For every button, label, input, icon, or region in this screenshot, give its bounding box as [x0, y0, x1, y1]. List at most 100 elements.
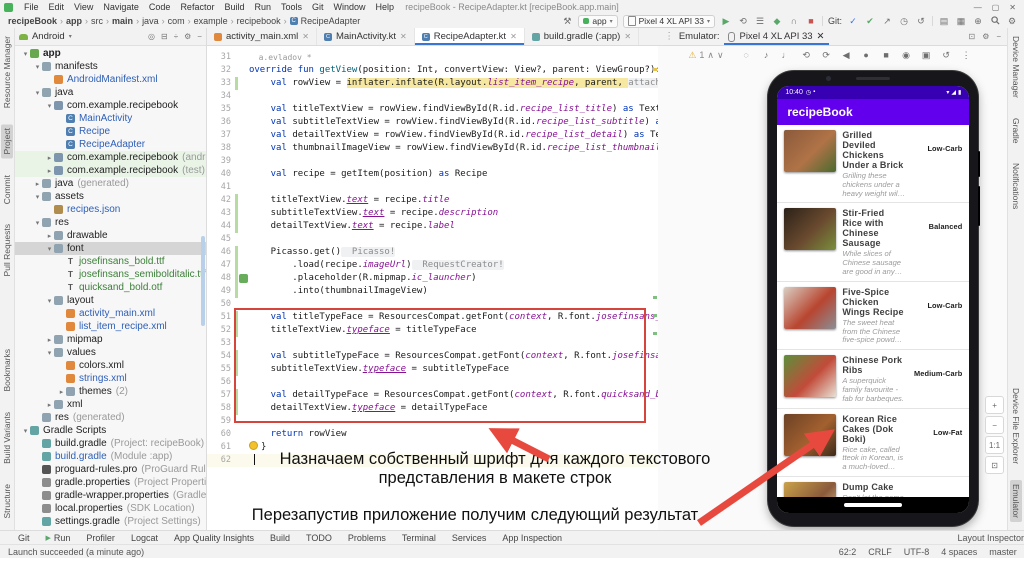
tree-item-values[interactable]: ▾ values — [15, 346, 206, 359]
tree-item-gradle-wrapper-properties[interactable]: gradle-wrapper.properties(Gradle Version… — [15, 489, 206, 502]
code-line-47[interactable]: 47 .load(recipe.imageUrl) RequestCreator… — [207, 259, 658, 272]
code-line-43[interactable]: 43 subtitleTextView.text = recipe.descri… — [207, 207, 658, 220]
device-manager-icon[interactable]: ▤ — [938, 16, 950, 27]
breadcrumb-item[interactable]: recipebook — [237, 16, 281, 26]
breadcrumb-item[interactable]: RecipeAdapter — [301, 16, 361, 26]
menu-build[interactable]: Build — [219, 2, 249, 12]
tool-window-button-terminal[interactable]: Terminal — [394, 533, 444, 543]
tool-window-button-logcat[interactable]: Logcat — [123, 533, 166, 543]
tree-item-manifests[interactable]: ▾ manifests — [15, 60, 206, 73]
menu-edit[interactable]: Edit — [44, 2, 70, 12]
breadcrumb-item[interactable]: recipeBook — [8, 16, 57, 26]
list-item[interactable]: Stir-Fried Rice with Chinese Sausage Whil… — [777, 203, 970, 282]
tree-item-androidmanifest-xml[interactable]: AndroidManifest.xml — [15, 73, 206, 86]
record-icon[interactable]: ▣ — [921, 50, 932, 61]
tree-item-app[interactable]: ▾ app — [15, 47, 206, 60]
project-header-icon[interactable]: ⚙ — [184, 32, 191, 41]
project-view-selector[interactable]: Android — [32, 31, 65, 42]
encoding-indicator[interactable]: UTF-8 — [904, 547, 930, 557]
breadcrumb-item[interactable]: main — [112, 16, 133, 26]
minimize-button[interactable]: — — [974, 3, 982, 12]
tool-button-resource-manager[interactable]: Resource Manager — [1, 32, 13, 112]
snapshots-icon[interactable]: ↺ — [941, 50, 952, 61]
project-panel-header[interactable]: Android ▾ ◎ ⊟ ÷ ⚙ − — [14, 28, 206, 46]
tool-button-project[interactable]: Project — [0, 124, 13, 159]
tree-scrollbar[interactable] — [200, 236, 205, 326]
tab-close-icon[interactable]: ✕ — [302, 32, 309, 41]
code-line-45[interactable]: 45 — [207, 233, 658, 246]
profiler-icon[interactable]: ∩ — [788, 16, 800, 26]
code-line-48[interactable]: 48 .placeholder(R.mipmap.ic_launcher) — [207, 272, 658, 285]
tab-close-icon[interactable]: ✕ — [624, 32, 631, 41]
tool-window-button-git[interactable]: Git — [10, 533, 38, 543]
list-item[interactable]: Five-Spice Chicken Wings Recipe The sweet… — [777, 282, 970, 351]
tool-window-button-services[interactable]: Services — [444, 533, 495, 543]
close-button[interactable]: ✕ — [1009, 3, 1016, 12]
code-line-60[interactable]: 60 return rowView — [207, 428, 658, 441]
history-icon[interactable]: ◷ — [898, 16, 910, 27]
apply-changes-icon[interactable]: ⟲ — [737, 16, 749, 27]
volume-down-icon[interactable]: ♩ — [781, 50, 792, 61]
code-line-35[interactable]: 35 val titleTextView = rowView.findViewB… — [207, 103, 659, 116]
code-line-36[interactable]: 36 val subtitleTextView = rowView.findVi… — [207, 116, 659, 129]
menu-run[interactable]: Run — [249, 2, 276, 12]
code-line-40[interactable]: 40 val recipe = getItem(position) as Rec… — [207, 168, 658, 181]
code-line-38[interactable]: 38 val thumbnailImageView = rowView.find… — [207, 142, 659, 155]
volume-up-icon[interactable]: ♪ — [761, 50, 772, 61]
tree-item-xml[interactable]: ▸ xml — [15, 398, 206, 411]
zoom-reset-button[interactable]: 1:1 — [985, 436, 1005, 454]
tool-button-commit[interactable]: Commit — [1, 171, 13, 208]
tab-close-icon[interactable]: ✕ — [400, 32, 407, 41]
emulator-header-icon[interactable]: ⊡ — [969, 32, 976, 41]
tree-item-build-gradle[interactable]: build.gradle (Module :app) — [15, 450, 206, 463]
layout-inspector-button[interactable]: Layout Inspector — [957, 533, 1024, 543]
menu-refactor[interactable]: Refactor — [175, 2, 219, 12]
phone-screen[interactable]: 10:40 ◷ ▪ ▾ ◢ ▮ recipeBook Grilled Deviled … — [777, 86, 970, 513]
tree-item-com-example-recipebook[interactable]: ▾ com.example.recipebook — [15, 99, 206, 112]
tree-item-colors-xml[interactable]: colors.xml — [15, 359, 206, 372]
power-icon[interactable]: ◌ — [741, 50, 752, 61]
tree-item-res[interactable]: res (generated) — [15, 411, 206, 424]
zoom-fit-button[interactable]: ⊡ — [985, 456, 1005, 474]
run-icon[interactable]: ▶ — [720, 16, 732, 27]
menu-view[interactable]: View — [69, 2, 98, 12]
tool-window-button-profiler[interactable]: Profiler — [78, 533, 123, 543]
device-dropdown[interactable]: Pixel 4 XL API 33 ▾ — [622, 14, 715, 28]
breadcrumb-item[interactable]: example — [194, 16, 228, 26]
code-line-39[interactable]: 39 — [207, 155, 658, 168]
breadcrumb-item[interactable]: java — [142, 16, 159, 26]
gesture-pill[interactable] — [844, 503, 903, 507]
rotate-right-icon[interactable]: ⟳ — [821, 50, 832, 61]
tree-item-josefinsans-bold-ttf[interactable]: Tjosefinsans_bold.ttf — [15, 255, 206, 268]
zoom-out-button[interactable]: − — [985, 416, 1005, 434]
git-commit-icon[interactable]: ✔ — [864, 16, 876, 27]
tree-item-themes[interactable]: ▸ themes (2) — [15, 385, 206, 398]
rotate-left-icon[interactable]: ⟲ — [801, 50, 812, 61]
tool-window-button-problems[interactable]: Problems — [340, 533, 394, 543]
tool-button-device-manager[interactable]: Device Manager — [1010, 32, 1022, 102]
code-line-37[interactable]: 37 val detailTextView = rowView.findView… — [207, 129, 659, 142]
code-line-32[interactable]: 32 override fun getView(position: Int, co… — [207, 64, 659, 77]
tree-item-list-item-recipe-xml[interactable]: list_item_recipe.xml — [15, 320, 206, 333]
tree-item-res[interactable]: ▾ res — [15, 216, 206, 229]
emulator-device-tab[interactable]: Pixel 4 XL API 33 ✕ — [724, 28, 829, 45]
breadcrumb-item[interactable]: com — [168, 16, 185, 26]
zoom-in-button[interactable]: + — [985, 396, 1005, 414]
code-line-33[interactable]: 33 val rowView = inflater.inflate(R.layo… — [207, 77, 659, 90]
run-config-dropdown[interactable]: app ▾ — [578, 14, 618, 28]
emulator-header-icon[interactable]: − — [996, 32, 1001, 41]
tree-item-josefinsans-semibolditalic-ttf[interactable]: Tjosefinsans_semibolditalic.ttf — [15, 268, 206, 281]
tab-build-gradle-app-[interactable]: build.gradle (:app) ✕ — [525, 28, 640, 45]
tree-item-build-gradle[interactable]: build.gradle (Project: recipeBook) — [15, 437, 206, 450]
menu-help[interactable]: Help — [371, 2, 400, 12]
breadcrumb-item[interactable]: src — [91, 16, 103, 26]
intention-bulb-icon[interactable] — [248, 441, 258, 450]
breadcrumb-item[interactable]: app — [66, 16, 82, 26]
emulator-header-icon[interactable]: ⚙ — [982, 32, 989, 41]
menu-git[interactable]: Git — [307, 2, 329, 12]
editor-inspections-widget[interactable]: ⚠ 1 ∧ ∨ — [688, 50, 723, 61]
tree-item-com-example-recipebook[interactable]: ▸ com.example.recipebook(androidTest) — [14, 151, 206, 164]
tool-window-button-app-inspection[interactable]: App Inspection — [494, 533, 570, 543]
tool-button-notifications[interactable]: Notifications — [1010, 159, 1022, 213]
tool-button-pull-requests[interactable]: Pull Requests — [1, 220, 13, 280]
